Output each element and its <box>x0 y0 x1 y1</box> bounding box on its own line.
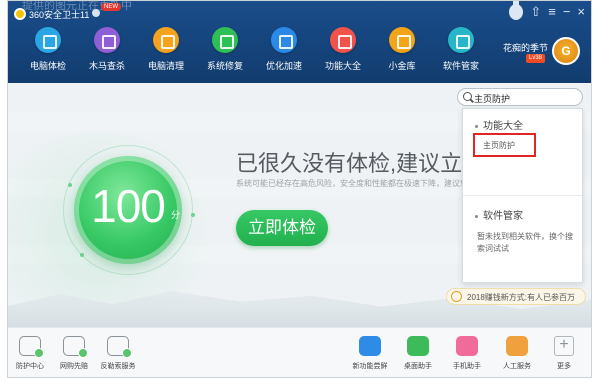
more-plus-icon: + <box>554 336 574 356</box>
customer-service-icon <box>506 336 528 356</box>
nav-item-label: 电脑清理 <box>147 61 184 71</box>
user-name[interactable]: 花痴的季节 <box>503 41 548 54</box>
new-feature-icon <box>359 336 381 356</box>
phone-assistant-icon <box>456 336 478 356</box>
nav-item[interactable]: 小金库 <box>370 27 434 72</box>
nav-item[interactable]: 优化加速 <box>252 27 316 72</box>
bottom-tool-right[interactable]: 人工服务 <box>495 336 539 371</box>
version-dot-icon[interactable] <box>92 9 100 17</box>
dropdown-section-software: 软件管家 <box>475 207 523 222</box>
rocket-icon <box>271 27 297 53</box>
bottom-tool-left[interactable]: 防护中心 <box>8 336 52 371</box>
trojan-horse-icon <box>94 27 120 53</box>
new-badge: NEW <box>101 3 121 11</box>
bullet-icon <box>475 214 478 218</box>
minimize-icon[interactable]: − <box>563 4 571 20</box>
start-checkup-button[interactable]: 立即体检 <box>236 210 328 246</box>
bottom-tool-label: 桌面助手 <box>404 363 432 370</box>
menu-icon[interactable]: ≡ <box>548 4 556 20</box>
no-results-message: 暂未找到相关软件，换个搜索词试试 <box>477 232 573 253</box>
vip-badge: Lv38 <box>526 54 546 63</box>
nav-item[interactable]: 系统修复 <box>193 27 257 72</box>
app-logo-icon <box>14 8 26 20</box>
bottom-toolbar: 防护中心 网购先赔 反勒索服务 新功能尝鲜 桌面助手 手机助手 人工服务 + 更多 <box>8 327 591 377</box>
sparkle-dot <box>68 183 72 187</box>
close-icon[interactable]: × <box>577 4 585 20</box>
nav-item-label: 木马查杀 <box>88 61 125 71</box>
search-input[interactable]: 主页防护 <box>457 88 583 106</box>
title-bar: 提供的图元正在更新中 360安全卫士11 NEW ⇧ ≡ − × <box>8 1 591 27</box>
promo-badge-icon <box>451 291 462 302</box>
bottom-tool-label: 手机助手 <box>453 363 481 370</box>
nav-item[interactable]: 电脑体检 <box>16 27 80 72</box>
nav-item-label: 系统修复 <box>206 61 243 71</box>
health-score-unit: 分 <box>171 210 181 220</box>
search-icon <box>463 92 472 101</box>
section-title: 软件管家 <box>483 211 523 222</box>
search-result-item[interactable]: 主页防护 <box>473 133 536 157</box>
shield-status-icon <box>19 336 44 358</box>
bottom-tool-label: 网购先赔 <box>60 363 88 370</box>
bottom-tool-right[interactable]: 手机助手 <box>445 336 489 371</box>
medal-icon[interactable] <box>509 1 524 20</box>
desktop-assistant-icon <box>407 336 429 356</box>
header: 提供的图元正在更新中 360安全卫士11 NEW ⇧ ≡ − × 电脑体检 木马查… <box>8 1 591 83</box>
cart-guarantee-icon <box>63 336 88 358</box>
bottom-tool-right[interactable]: 新功能尝鲜 <box>348 336 392 371</box>
sparkle-dot <box>191 213 195 217</box>
bottom-tool-left[interactable]: 反勒索服务 <box>96 336 140 371</box>
skin-shirt-icon[interactable]: ⇧ <box>530 4 541 20</box>
bottom-tool-right[interactable]: 桌面助手 <box>396 336 440 371</box>
bottom-tool-label: 新功能尝鲜 <box>352 363 388 370</box>
main-nav: 电脑体检 木马查杀 电脑清理 系统修复 优化加速 功能大全 小金库 软件管家 <box>8 27 548 83</box>
bottom-tool-label: 防护中心 <box>16 363 44 370</box>
broom-icon <box>153 27 179 53</box>
bottom-tool-left[interactable]: 网购先赔 <box>52 336 96 371</box>
section-title: 功能大全 <box>483 121 523 132</box>
nav-item[interactable]: 电脑清理 <box>134 27 198 72</box>
nav-item-label: 功能大全 <box>324 61 361 71</box>
bottom-tool-label: 反勒索服务 <box>100 363 136 370</box>
app-window: 提供的图元正在更新中 360安全卫士11 NEW ⇧ ≡ − × 电脑体检 木马查… <box>7 0 592 378</box>
coin-bag-icon <box>389 27 415 53</box>
nav-item-label: 软件管家 <box>442 61 479 71</box>
nav-item-label: 电脑体检 <box>29 61 66 71</box>
main-panel: 100 分 已很久没有体检,建议立即体检 系统可能已经存在高危风险，安全度和性能… <box>8 83 591 327</box>
bottom-tool-label: 更多 <box>557 363 571 370</box>
nav-item-label: 优化加速 <box>265 61 302 71</box>
nav-item[interactable]: 软件管家 <box>429 27 493 72</box>
nav-item[interactable]: 木马查杀 <box>75 27 139 72</box>
bottom-tool-label: 人工服务 <box>503 363 531 370</box>
search-results-dropdown: 功能大全 主页防护 软件管家 暂未找到相关软件，换个搜索词试试 <box>462 108 583 283</box>
avatar[interactable]: G <box>552 37 580 65</box>
shield-check-icon <box>212 27 238 53</box>
nav-item-label: 小金库 <box>388 61 416 71</box>
grid-apps-icon <box>330 27 356 53</box>
app-store-icon <box>448 27 474 53</box>
search-query: 主页防护 <box>474 94 511 104</box>
bullet-icon <box>475 124 478 128</box>
window-controls: ⇧ ≡ − × <box>509 1 585 20</box>
app-name: 360安全卫士11 <box>29 10 90 20</box>
monitor-check-icon <box>35 27 61 53</box>
promo-text: 2018赚钱新方式:有人已参百万 <box>467 293 576 302</box>
anti-ransom-icon <box>107 336 132 358</box>
sparkle-dot <box>80 253 84 257</box>
health-score-circle[interactable]: 100 分 <box>74 156 182 264</box>
promo-banner[interactable]: 2018赚钱新方式:有人已参百万 <box>446 288 586 305</box>
bottom-tool-right[interactable]: + 更多 <box>542 336 586 371</box>
dropdown-section-functions: 功能大全 <box>475 117 523 132</box>
health-score-value: 100 <box>91 180 166 232</box>
nav-item[interactable]: 功能大全 <box>311 27 375 72</box>
dropdown-divider <box>463 195 582 196</box>
